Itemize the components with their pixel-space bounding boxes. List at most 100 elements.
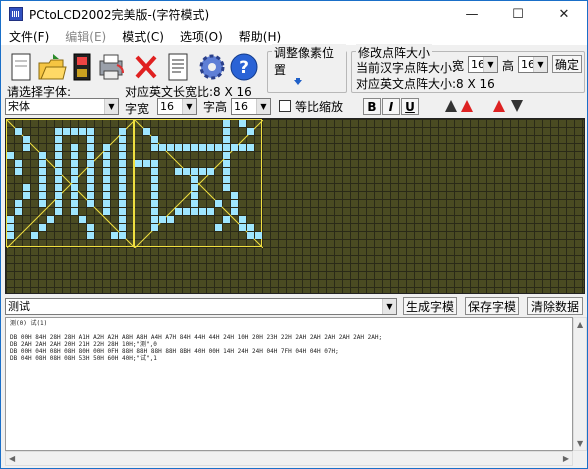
pixel-on (151, 200, 158, 207)
pixel-on (143, 128, 150, 135)
pixel-on (223, 168, 230, 175)
width-select[interactable]: 16 ▼ (468, 56, 498, 73)
underline-button[interactable]: U (401, 98, 419, 115)
help-icon: ? (230, 53, 258, 81)
pixel-on (151, 136, 158, 143)
text-input[interactable]: 测试 ▼ (5, 298, 397, 315)
menu-file[interactable]: 文件(F) (1, 28, 57, 45)
maximize-button[interactable]: ☐ (495, 1, 541, 27)
pixel-on (119, 160, 126, 167)
current-size-label: 当前汉字点阵大小: (356, 61, 457, 75)
pixel-on (103, 144, 110, 151)
pixel-on (15, 168, 22, 175)
mirror-icon (493, 100, 523, 112)
bold-button[interactable]: B (363, 98, 381, 115)
pixel-on (55, 152, 62, 159)
pixel-on (231, 144, 238, 151)
save-font-button[interactable]: 保存字模 (465, 297, 519, 315)
menu-edit[interactable]: 编辑(E) (57, 28, 114, 45)
pixel-on (87, 176, 94, 183)
pixel-on (15, 208, 22, 215)
pixel-on (15, 128, 22, 135)
pixel-on (223, 144, 230, 151)
confirm-button[interactable]: 确定 (552, 55, 582, 73)
pixel-on (247, 224, 254, 231)
save-button[interactable] (67, 49, 97, 85)
char-width-label: 字宽 (125, 102, 150, 116)
pixel-on (87, 192, 94, 199)
pixel-on (55, 128, 62, 135)
pixel-on (39, 160, 46, 167)
toolbar: ? 调整像素位置 修改点阵大小 当前汉字点阵大小: 宽 16 ▼ 高 16 ▼ 确定… (1, 44, 587, 95)
dot-matrix-canvas[interactable] (5, 118, 585, 294)
pixel-on (15, 160, 22, 167)
pixel-on (199, 144, 206, 151)
horizontal-scrollbar[interactable]: ◀ ▶ (5, 451, 573, 466)
pixel-on (223, 136, 230, 143)
pixel-on (87, 200, 94, 207)
pixel-on (63, 128, 70, 135)
print-icon (99, 54, 124, 80)
output-text[interactable]: 测(0) 试(1) DB 00H 84H 28H 28H A1H A2H A2H… (5, 317, 573, 451)
settings-button[interactable] (197, 49, 227, 85)
pixel-on (231, 200, 238, 207)
pixel-on (119, 168, 126, 175)
close-button[interactable]: ✕ (541, 1, 587, 27)
pixel-on (39, 200, 46, 207)
pixel-on (239, 216, 246, 223)
scale-checkbox[interactable] (279, 100, 291, 112)
italic-button[interactable]: I (382, 98, 400, 115)
pixel-on (39, 224, 46, 231)
gear-icon (199, 54, 225, 80)
pixel-on (55, 136, 62, 143)
pixel-on (55, 144, 62, 151)
delete-button[interactable] (131, 49, 161, 85)
pixel-on (223, 176, 230, 183)
pixel-on (31, 232, 38, 239)
generate-button[interactable]: 生成字模 (403, 297, 457, 315)
pixel-on (151, 224, 158, 231)
pixel-on (223, 120, 230, 127)
minimize-button[interactable]: — (449, 1, 495, 27)
char-width-select[interactable]: 16 ▼ (157, 98, 197, 115)
pixel-on (71, 192, 78, 199)
pixel-on (103, 184, 110, 191)
vertical-scrollbar[interactable]: ▲ ▼ (573, 317, 587, 451)
rotate-button[interactable] (443, 98, 477, 115)
menu-options[interactable]: 选项(O) (172, 28, 231, 45)
scroll-left-icon[interactable]: ◀ (9, 454, 15, 463)
height-label: 高 (502, 59, 515, 73)
chevron-down-icon: ▼ (256, 99, 270, 114)
menu-help[interactable]: 帮助(H) (231, 28, 289, 45)
pixel-on (87, 168, 94, 175)
pixel-on (151, 184, 158, 191)
font-select[interactable]: 宋体 ▼ (5, 98, 119, 115)
pixel-on (87, 144, 94, 151)
document-button[interactable] (163, 49, 193, 85)
open-button[interactable] (37, 49, 67, 85)
new-button[interactable] (7, 49, 37, 85)
new-icon (11, 53, 31, 81)
print-button[interactable] (97, 49, 127, 85)
scroll-right-icon[interactable]: ▶ (563, 454, 569, 463)
pixel-on (7, 216, 14, 223)
scroll-up-icon[interactable]: ▲ (577, 320, 583, 329)
pixel-on (55, 168, 62, 175)
char-height-select[interactable]: 16 ▼ (231, 98, 271, 115)
pixel-on (55, 160, 62, 167)
pixel-on (191, 208, 198, 215)
clear-button[interactable]: 清除数据 (527, 297, 583, 315)
pixel-on (223, 160, 230, 167)
pixel-on (223, 152, 230, 159)
mirror-button[interactable] (491, 98, 527, 115)
pixel-on (39, 152, 46, 159)
height-select[interactable]: 16 ▼ (518, 56, 548, 73)
pixel-on (71, 200, 78, 207)
menu-mode[interactable]: 模式(C) (114, 28, 172, 45)
pixel-on (71, 152, 78, 159)
scroll-down-icon[interactable]: ▼ (577, 439, 583, 448)
pixel-on (103, 160, 110, 167)
chevron-down-icon: ▼ (182, 99, 196, 114)
help-button[interactable]: ? (229, 49, 259, 85)
pixel-on (39, 176, 46, 183)
